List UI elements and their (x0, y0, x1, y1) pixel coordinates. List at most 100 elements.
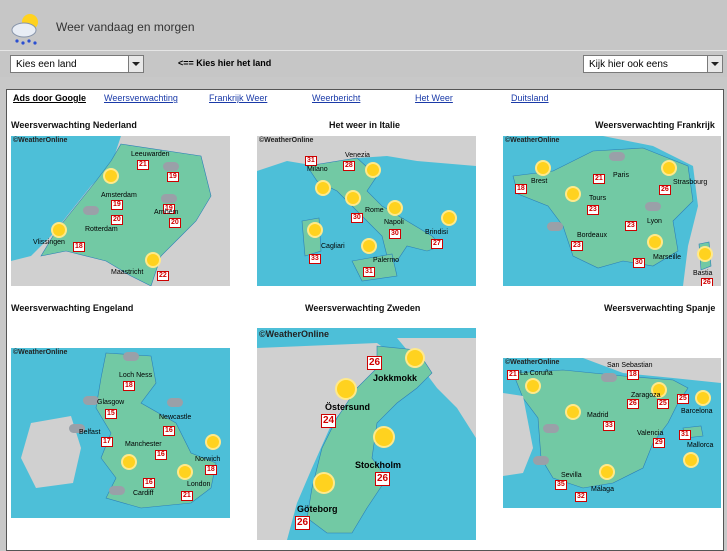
sun-icon (347, 192, 359, 204)
city-maastricht: Maastricht (111, 269, 144, 276)
country-select[interactable]: Kies een land (10, 55, 144, 73)
city-valencia: Valencia (637, 430, 664, 437)
city-la-coruna: La Coruña (520, 370, 553, 377)
sun-icon (337, 380, 355, 398)
sun-icon (443, 212, 455, 224)
city-cagliari: Cagliari (321, 243, 345, 250)
site-title: Weer vandaag en morgen (56, 20, 195, 34)
city-milano: Milano (307, 166, 328, 173)
chevron-down-icon[interactable] (128, 56, 143, 72)
toolbar: Kies een land <== Kies hier het land Kij… (0, 50, 727, 77)
city-bastia: Bastia (693, 270, 713, 277)
sun-icon (527, 380, 539, 392)
city-san-sebastian: San Sebastian (607, 362, 653, 369)
temp-jokkmokk: 26 (367, 356, 383, 370)
ads-by-google-link[interactable]: Ads door Google (13, 93, 86, 103)
temp-tours: 23 (587, 205, 599, 215)
weather-map-engeland[interactable]: ©WeatherOnline Loch Ness 18 Glasgow 15 N… (11, 348, 230, 518)
temp-newcastle: 16 (163, 426, 175, 436)
weather-map-nederland[interactable]: ©WeatherOnline Leeuwarden 21 19 Amsterda… (11, 136, 230, 286)
also-look-select[interactable]: Kijk hier ook eens (583, 55, 723, 73)
city-tours: Tours (589, 195, 607, 202)
temp-vlissingen: 18 (73, 242, 85, 252)
city-amsterdam: Amsterdam (101, 192, 137, 199)
city-zaragoza: Zaragoza (631, 392, 661, 399)
city-brindisi: Brindisi (425, 229, 448, 236)
sun-icon (697, 392, 709, 404)
sun-icon (663, 162, 675, 174)
city-vlissingen: Vlissingen (33, 239, 65, 246)
city-goteborg: Göteborg (297, 504, 338, 514)
cloud-icon (533, 456, 549, 465)
cloud-icon (83, 206, 99, 215)
temp-barcelona: 25 (677, 394, 689, 404)
country-select-value: Kies een land (16, 59, 77, 70)
city-bordeaux: Bordeaux (577, 232, 607, 239)
temp-madrid: 33 (603, 421, 615, 431)
sun-icon (309, 224, 321, 236)
temp-malaga: 32 (575, 492, 587, 502)
weather-map-spanje[interactable]: ©WeatherOnline 21 La Coruña San Sebastia… (503, 358, 721, 508)
city-norwich: Norwich (195, 456, 221, 463)
sun-icon (407, 350, 423, 366)
temp-maastricht: 22 (157, 271, 169, 281)
link-het-weer[interactable]: Het Weer (415, 93, 453, 103)
link-weersverwachting[interactable]: Weersverwachting (104, 93, 178, 103)
sun-icon (567, 406, 579, 418)
cloud-icon (547, 222, 563, 231)
city-leeuwarden: Leeuwarden (131, 151, 170, 158)
temp-strasbourg: 26 (659, 185, 671, 195)
temp-amsterdam: 19 (111, 200, 123, 210)
temp-stockholm: 26 (375, 472, 391, 486)
city-madrid: Madrid (587, 412, 609, 419)
city-rome: Rome (365, 207, 384, 214)
temp-rotterdam: 20 (111, 215, 123, 225)
cloud-icon (543, 424, 559, 433)
city-strasbourg: Strasbourg (673, 179, 708, 186)
temp-arnhem: 20 (169, 218, 181, 228)
temp-palermo: 31 (363, 267, 375, 277)
weather-map-italie[interactable]: ©WeatherOnline 31 Milano Venezia 28 Rome… (257, 136, 476, 286)
chevron-down-icon[interactable] (707, 56, 722, 72)
link-duitsland[interactable]: Duitsland (511, 93, 549, 103)
country-hint: <== Kies hier het land (178, 58, 272, 68)
watermark: ©WeatherOnline (259, 137, 314, 144)
header: Weer vandaag en morgen (0, 0, 727, 52)
map-title-spanje: Weersverwachting Spanje (604, 303, 716, 313)
sun-icon (147, 254, 159, 266)
sun-icon (207, 436, 219, 448)
city-glasgow: Glasgow (97, 399, 125, 406)
cloud-icon (161, 194, 177, 203)
sun-icon (179, 466, 191, 478)
city-newcastle: Newcastle (159, 414, 192, 421)
watermark: ©WeatherOnline (259, 329, 329, 339)
cloud-icon (163, 162, 179, 171)
temp-extra: 25 (657, 399, 669, 409)
sun-icon (389, 202, 401, 214)
city-ostersund: Östersund (325, 402, 371, 412)
city-palermo: Palermo (373, 257, 400, 264)
link-weerbericht[interactable]: Weerbericht (312, 93, 360, 103)
temp-bordeaux: 23 (571, 241, 583, 251)
ad-links: Ads door Google Weersverwachting Frankri… (7, 93, 723, 107)
also-look-select-value: Kijk hier ook eens (589, 59, 668, 70)
temp-extra: 19 (167, 172, 179, 182)
weather-map-zweden[interactable]: ©WeatherOnline 26 Jokkmokk Östersund 24 … (257, 328, 476, 540)
city-lyon: Lyon (647, 218, 662, 225)
sun-icon (375, 428, 393, 446)
temp-glasgow: 15 (105, 409, 117, 419)
map-title-zweden: Weersverwachting Zweden (305, 303, 421, 313)
temp-paris: 21 (593, 174, 605, 184)
map-title-frankrijk: Weersverwachting Frankrijk (595, 120, 715, 130)
temp-lyon: 23 (625, 221, 637, 231)
temp-brest: 18 (515, 184, 527, 194)
temp-brindisi: 27 (431, 239, 443, 249)
link-frankrijk-weer[interactable]: Frankrijk Weer (209, 93, 267, 103)
weather-map-frankrijk[interactable]: ©WeatherOnline Brest 18 21 Paris Strasbo… (503, 136, 721, 286)
temp-zaragoza: 26 (627, 399, 639, 409)
temp-san-sebastian: 18 (627, 370, 639, 380)
sun-icon (699, 248, 711, 260)
temp-rome: 30 (351, 213, 363, 223)
temp-goteborg: 26 (295, 516, 311, 530)
cloud-icon (609, 152, 625, 161)
